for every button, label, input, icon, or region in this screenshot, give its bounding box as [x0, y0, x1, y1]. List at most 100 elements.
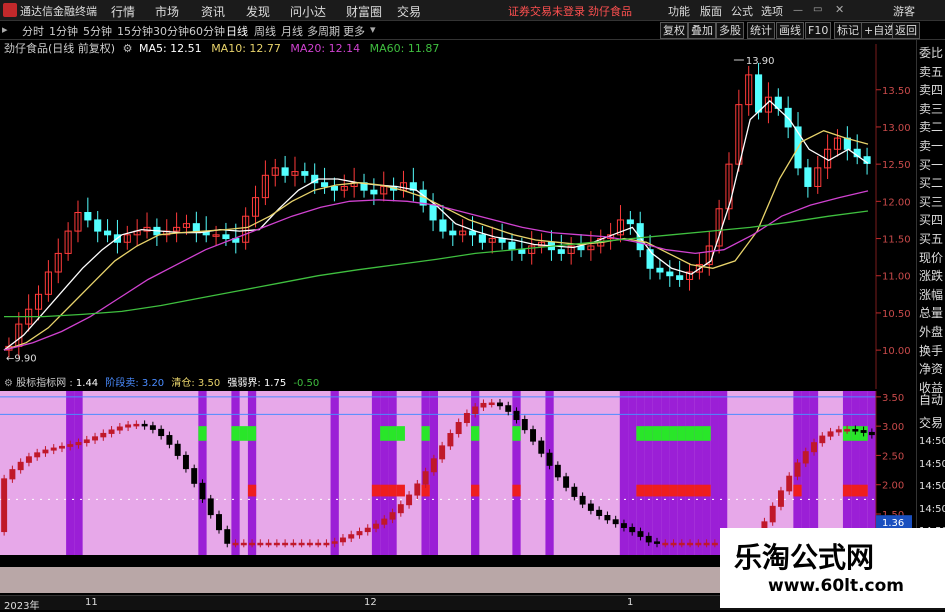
- low-label: ←9.90: [6, 354, 37, 365]
- menu-item[interactable]: 资讯: [201, 3, 225, 20]
- indicator-candle: [216, 514, 222, 531]
- period-more[interactable]: 更多: [343, 23, 365, 39]
- indicator-candle: [373, 523, 379, 529]
- purple-band: [247, 391, 257, 555]
- menu-item[interactable]: 市场: [155, 3, 179, 20]
- side-panel-item: 现价: [919, 250, 944, 265]
- period-intraday[interactable]: 分时: [22, 23, 44, 39]
- indicator-candle: [306, 542, 313, 546]
- y-tick-label: 12.50: [882, 160, 911, 171]
- period-15min[interactable]: 15分钟: [117, 23, 153, 39]
- indicator-candle: [108, 429, 115, 434]
- overlay-button[interactable]: 叠加: [688, 22, 716, 39]
- candle: [222, 234, 230, 240]
- period-multi[interactable]: 多周期: [307, 23, 340, 39]
- red-band: [652, 484, 662, 497]
- indicator-candle: [769, 505, 776, 523]
- indicator-candle: [34, 452, 41, 458]
- stats-button[interactable]: 统计: [747, 22, 775, 39]
- indicator-candle: [488, 402, 495, 406]
- chevron-down-icon[interactable]: ▾: [370, 23, 376, 36]
- adjust-button[interactable]: 复权: [660, 22, 688, 39]
- indicator-candle: [273, 542, 280, 546]
- indicator-candle: [670, 542, 677, 546]
- minimize-icon[interactable]: —: [793, 5, 803, 16]
- indicator-candle: [290, 542, 297, 546]
- indicator-candle: [207, 498, 214, 516]
- candle: [104, 230, 112, 236]
- price-chart[interactable]: 13.90 ←9.90: [3, 44, 877, 389]
- period-30min[interactable]: 30分钟: [153, 23, 189, 39]
- f10-button[interactable]: F10: [805, 22, 832, 39]
- indicator-candle: [25, 456, 32, 463]
- menu-item-function[interactable]: 功能: [668, 3, 690, 19]
- purple-band: [231, 391, 240, 555]
- period-1min[interactable]: 1分钟: [49, 23, 78, 39]
- candle: [84, 212, 92, 221]
- indicator-candle: [397, 504, 404, 514]
- green-band: [636, 426, 645, 441]
- indicator-candle: [497, 402, 503, 407]
- indicator-candle: [794, 462, 801, 477]
- date-label: 1: [627, 597, 634, 608]
- indicator-info-line: ⚙ 股标指标网 : 1.44 阶段卖: 3.20 清仓: 3.50 强弱界: 1…: [4, 378, 320, 389]
- indicator-candle: [662, 542, 669, 546]
- candle: [676, 275, 684, 280]
- candle: [281, 167, 289, 176]
- candle: [646, 249, 654, 269]
- indicator-candle: [629, 526, 636, 533]
- candle: [518, 249, 526, 254]
- chart-canvas[interactable]: 13.90 ←9.90 13.50 13.00 12.50 12.00 11.50 11.0…: [0, 40, 916, 595]
- close-icon[interactable]: ✕: [835, 3, 844, 16]
- indicator-candle: [530, 429, 537, 442]
- indicator-candle: [579, 495, 586, 505]
- period-monthly[interactable]: 月线: [281, 23, 303, 39]
- purple-band: [652, 391, 662, 555]
- draw-button[interactable]: 画线: [776, 22, 804, 39]
- menu-item-options[interactable]: 选项: [761, 3, 783, 19]
- green-band: [677, 426, 686, 441]
- period-60min[interactable]: 60分钟: [189, 23, 225, 39]
- purple-band: [388, 391, 397, 555]
- indicator-candle: [786, 475, 793, 492]
- back-button[interactable]: 返回: [892, 22, 920, 39]
- menu-item[interactable]: 行情: [111, 3, 135, 20]
- menu-item-layout[interactable]: 版面: [700, 3, 722, 19]
- red-band: [793, 484, 802, 497]
- settings-icon[interactable]: ⚙: [4, 378, 13, 389]
- candle: [478, 234, 486, 243]
- scrollbar-track[interactable]: [0, 567, 720, 593]
- stock-name-link[interactable]: 劲仔食品: [588, 3, 632, 19]
- period-daily[interactable]: 日线: [226, 23, 248, 39]
- indicator-candle: [811, 442, 817, 453]
- side-panel-item: 涨幅: [919, 287, 944, 302]
- guest-login[interactable]: 游客: [893, 3, 915, 19]
- indicator-candle: [389, 512, 396, 520]
- restore-icon[interactable]: ▭: [813, 4, 822, 15]
- period-weekly[interactable]: 周线: [254, 23, 276, 39]
- indicator-candle: [17, 461, 24, 471]
- red-band: [380, 484, 389, 497]
- period-5min[interactable]: 5分钟: [83, 23, 112, 39]
- side-panel-item: 换手: [919, 343, 944, 358]
- period-arrow-icon[interactable]: ▸: [2, 23, 8, 36]
- mark-button[interactable]: 标记: [834, 22, 862, 39]
- indicator-candle: [125, 424, 132, 428]
- indicator-candle: [232, 542, 239, 546]
- app-logo-icon: [3, 3, 17, 17]
- menu-item[interactable]: 发现: [246, 3, 270, 20]
- candle: [843, 137, 851, 150]
- menu-item[interactable]: 交易: [397, 3, 421, 20]
- indicator-candle: [42, 449, 49, 454]
- side-panel-item: 买二: [919, 176, 944, 191]
- trade-login-link[interactable]: 证券交易未登录: [508, 3, 585, 19]
- purple-band: [702, 391, 711, 555]
- menu-item[interactable]: 问小达: [290, 3, 326, 20]
- indicator-candle: [612, 519, 619, 525]
- menu-item[interactable]: 财富圈: [346, 3, 382, 20]
- watermark-title: 乐淘公式网: [734, 541, 875, 574]
- multi-stock-button[interactable]: 多股: [716, 22, 744, 39]
- menu-item-formula[interactable]: 公式: [731, 3, 753, 19]
- indicator-boundary: 强弱界: 1.75: [227, 378, 287, 389]
- purple-band: [330, 391, 339, 555]
